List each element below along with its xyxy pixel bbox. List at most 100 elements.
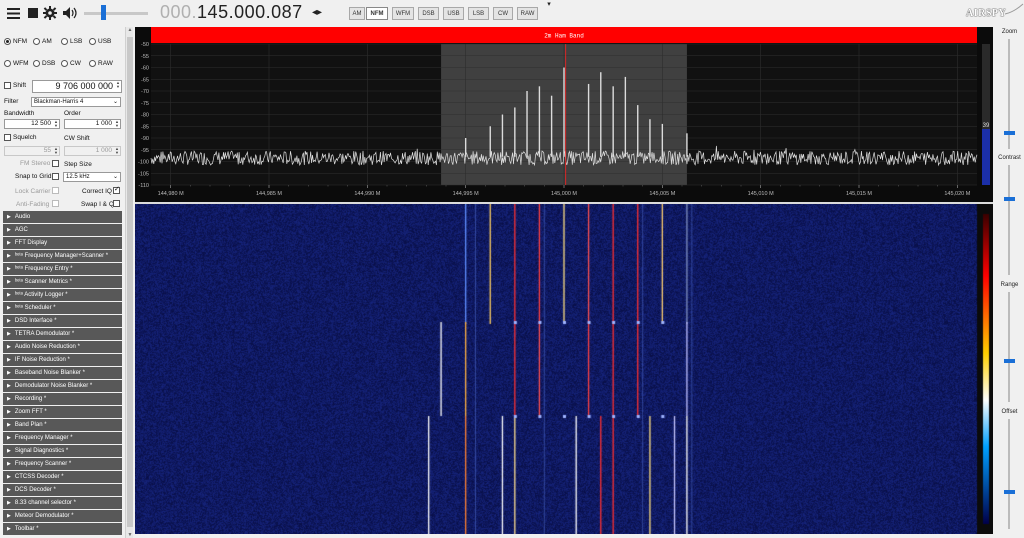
radio-mode-lsb[interactable]: LSB xyxy=(61,38,82,45)
mode-button-nfm[interactable]: NFM xyxy=(366,7,388,20)
bandwidth-spinner-icon[interactable]: ▲ ▼ xyxy=(54,120,58,128)
correct-iq-checkbox[interactable] xyxy=(113,185,120,194)
section-header[interactable]: ▶ ᵇᵉᵗᵃ Activity Logger * xyxy=(3,289,122,301)
squelch-input[interactable]: 55 ▲ ▼ xyxy=(4,146,60,156)
section-header[interactable]: ▶ Signal Diagnostics * xyxy=(3,445,122,457)
frequency-display[interactable]: 000.145.000.087 xyxy=(160,2,303,23)
section-header[interactable]: ▶ Audio Noise Reduction * xyxy=(3,341,122,353)
section-header[interactable]: ▶ Recording * xyxy=(3,393,122,405)
order-input[interactable]: 1 000 ▲ ▼ xyxy=(64,119,121,129)
mode-button-wfm[interactable]: WFM xyxy=(392,7,414,20)
radio-mode-usb[interactable]: USB xyxy=(89,38,111,45)
radio-button-icon[interactable] xyxy=(4,60,11,67)
radio-mode-nfm[interactable]: NFM xyxy=(4,38,27,45)
section-header[interactable]: ▶ 8.33 channel selector * xyxy=(3,497,122,509)
section-label: ᵇᵉᵗᵃ Scheduler * xyxy=(14,305,56,311)
expand-triangle-icon: ▶ xyxy=(7,487,11,493)
radio-mode-cw[interactable]: CW xyxy=(61,60,81,67)
radio-button-icon[interactable] xyxy=(61,38,68,45)
frequency-step-arrows[interactable]: ◂▸ xyxy=(312,7,322,18)
section-header[interactable]: ▶ FFT Display xyxy=(3,237,122,249)
scroll-up-icon[interactable]: ▲ xyxy=(126,27,134,33)
expand-triangle-icon: ▶ xyxy=(7,305,11,311)
contrast-slider-thumb[interactable] xyxy=(1004,197,1015,201)
mode-button-raw[interactable]: RAW xyxy=(517,7,538,20)
mode-button-cw[interactable]: CW xyxy=(493,7,513,20)
section-header[interactable]: ▶ ᵇᵉᵗᵃ Scheduler * xyxy=(3,302,122,314)
gear-icon[interactable] xyxy=(42,5,58,21)
stop-icon[interactable] xyxy=(25,5,41,21)
section-header[interactable]: ▶ Band Plan * xyxy=(3,419,122,431)
snap-to-grid-checkbox[interactable] xyxy=(52,173,59,180)
cw-shift-input[interactable]: 1 000 ▲ ▼ xyxy=(64,146,121,156)
mode-button-lsb[interactable]: LSB xyxy=(468,7,489,20)
bandwidth-input[interactable]: 12 500 ▲ ▼ xyxy=(4,119,60,129)
section-header[interactable]: ▶ Frequency Scanner * xyxy=(3,458,122,470)
squelch-checkbox[interactable]: Squelch xyxy=(4,134,37,141)
step-size-select[interactable]: 12.5 kHz ⌄ xyxy=(63,172,121,182)
zoom-slider-thumb[interactable] xyxy=(1004,131,1015,135)
fm-stereo-checkbox[interactable] xyxy=(52,160,59,167)
expand-triangle-icon: ▶ xyxy=(7,331,11,337)
mode-dropdown-icon[interactable]: ▾ xyxy=(544,0,554,10)
range-slider-thumb[interactable] xyxy=(1004,359,1015,363)
section-header[interactable]: ▶ ᵇᵉᵗᵃ Frequency Manager+Scanner * xyxy=(3,250,122,262)
radio-mode-raw[interactable]: RAW xyxy=(89,60,113,67)
shift-checkbox-box[interactable] xyxy=(4,82,11,89)
section-header[interactable]: ▶ DCS Decoder * xyxy=(3,484,122,496)
contrast-slider-track[interactable] xyxy=(1008,165,1010,275)
offset-slider-track[interactable] xyxy=(1008,419,1010,529)
mode-button-usb[interactable]: USB xyxy=(443,7,464,20)
section-header[interactable]: ▶ Meteor Demodulator * xyxy=(3,510,122,522)
spectrum-plot[interactable]: 2m Ham Band -50 -55 -60 -65 -70 -75 -80 -85 -90 -9… xyxy=(135,27,993,202)
anti-fading-checkbox[interactable] xyxy=(52,200,59,207)
section-header[interactable]: ▶ Baseband Noise Blanker * xyxy=(3,367,122,379)
menu-icon[interactable] xyxy=(5,5,21,21)
radio-button-icon[interactable] xyxy=(61,60,68,67)
squelch-spinner-icon[interactable]: ▲ ▼ xyxy=(54,147,58,155)
waterfall-display[interactable] xyxy=(135,204,993,534)
section-header[interactable]: ▶ IF Noise Reduction * xyxy=(3,354,122,366)
shift-spinner-icon[interactable]: ▲ ▼ xyxy=(116,81,120,89)
section-header[interactable]: ▶ ᵇᵉᵗᵃ Scanner Metrics * xyxy=(3,276,122,288)
radio-button-icon[interactable] xyxy=(4,38,11,45)
section-header[interactable]: ▶ Frequency Manager * xyxy=(3,432,122,444)
left-panel-scrollbar[interactable]: ▲ ▼ xyxy=(125,27,133,538)
frequency-value: 145.000.087 xyxy=(197,2,303,22)
section-header[interactable]: ▶ Toolbar * xyxy=(3,523,122,535)
offset-slider-thumb[interactable] xyxy=(1004,490,1015,494)
squelch-checkbox-box[interactable] xyxy=(4,134,11,141)
radio-button-icon[interactable] xyxy=(89,60,96,67)
section-header[interactable]: ▶ AGC xyxy=(3,224,122,236)
radio-mode-dsb[interactable]: DSB xyxy=(33,60,55,67)
spectrum-analyzer[interactable]: 2m Ham Band -50 -55 -60 -65 -70 -75 -80 -85 -90 -9… xyxy=(135,27,993,202)
waterfall-canvas[interactable] xyxy=(135,204,993,534)
volume-slider-thumb[interactable] xyxy=(101,5,106,20)
section-header[interactable]: ▶ TETRA Demodulator * xyxy=(3,328,122,340)
section-header[interactable]: ▶ Zoom FFT * xyxy=(3,406,122,418)
scroll-down-icon[interactable]: ▼ xyxy=(126,532,134,538)
section-header[interactable]: ▶ Demodulator Noise Blanker * xyxy=(3,380,122,392)
swap-iq-checkbox[interactable] xyxy=(113,200,120,207)
section-header[interactable]: ▶ ᵇᵉᵗᵃ Frequency Entry * xyxy=(3,263,122,275)
section-header[interactable]: ▶ CTCSS Decoder * xyxy=(3,471,122,483)
radio-mode-wfm[interactable]: WFM xyxy=(4,60,29,67)
volume-slider-track[interactable] xyxy=(84,12,148,15)
radio-button-icon[interactable] xyxy=(89,38,96,45)
radio-button-icon[interactable] xyxy=(33,60,40,67)
lock-carrier-checkbox[interactable] xyxy=(52,187,59,194)
speaker-icon[interactable] xyxy=(62,5,78,21)
section-header[interactable]: ▶ DSD Interface * xyxy=(3,315,122,327)
radio-mode-am[interactable]: AM xyxy=(33,38,52,45)
mode-button-dsb[interactable]: DSB xyxy=(418,7,439,20)
filter-select[interactable]: Blackman-Harris 4 ⌄ xyxy=(31,97,121,107)
left-panel-scroll-thumb[interactable] xyxy=(127,37,133,527)
radio-button-icon[interactable] xyxy=(33,38,40,45)
range-slider-track[interactable] xyxy=(1008,292,1010,402)
shift-checkbox[interactable]: Shift xyxy=(4,82,26,89)
section-header[interactable]: ▶ Audio xyxy=(3,211,122,223)
shift-input[interactable]: 9 706 000 000 ▲ ▼ xyxy=(32,80,122,93)
order-spinner-icon[interactable]: ▲ ▼ xyxy=(115,120,119,128)
cw-shift-spinner-icon[interactable]: ▲ ▼ xyxy=(115,147,119,155)
mode-button-am[interactable]: AM xyxy=(349,7,365,20)
